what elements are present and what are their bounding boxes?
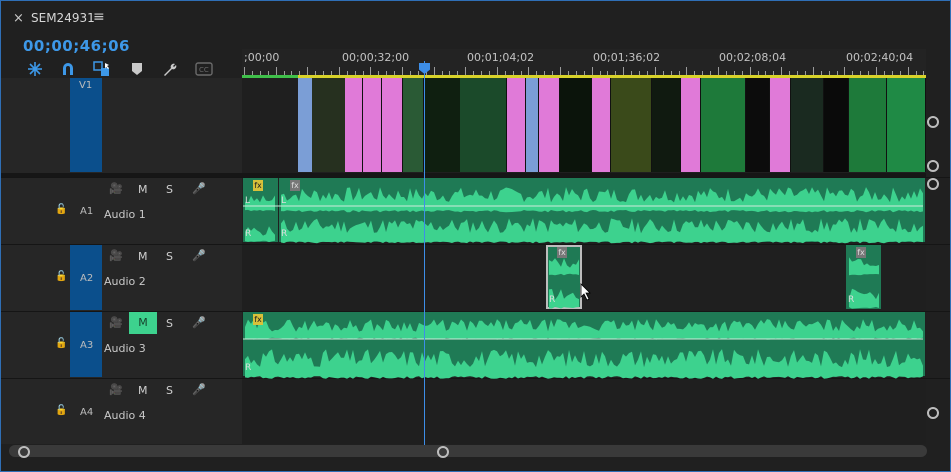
- fx-badge-icon: fx: [856, 247, 866, 258]
- audio-scroll-handle[interactable]: [927, 178, 939, 190]
- waveform: [549, 258, 579, 276]
- horizontal-zoom-scrollbar[interactable]: [9, 445, 927, 457]
- channel-right-label: R: [245, 363, 252, 373]
- channel-left-label: L: [281, 196, 287, 206]
- waveforms: [243, 187, 923, 379]
- channel-right-label: R: [245, 229, 252, 239]
- playhead-line[interactable]: [424, 61, 425, 446]
- waveform: [281, 187, 923, 213]
- channel-right-label: R: [281, 229, 288, 239]
- channel-right-label: R: [549, 295, 556, 305]
- timeline-panel: × SEM24931 ≡ 00;00;46;06 CC ;00;00 00;00…: [0, 0, 951, 472]
- fx-badge-icon: fx: [557, 247, 567, 258]
- channel-right-label: R: [848, 295, 855, 305]
- waveform: [245, 319, 923, 340]
- channel-left-label: L: [245, 196, 251, 206]
- waveform: [849, 257, 879, 276]
- fx-badge-icon: fx: [253, 314, 263, 325]
- video-scroll-handle[interactable]: [927, 160, 939, 172]
- audio-scroll-handle[interactable]: [927, 407, 939, 419]
- scrollbar-right-handle[interactable]: [437, 446, 449, 458]
- waveform: [281, 218, 923, 244]
- fx-badge-icon: fx: [290, 180, 300, 191]
- mouse-cursor-icon: [580, 283, 591, 301]
- video-scroll-handle[interactable]: [927, 116, 939, 128]
- fx-badge-icon: fx: [253, 180, 263, 191]
- waveform: [245, 349, 923, 379]
- scrollbar-left-handle[interactable]: [18, 446, 30, 458]
